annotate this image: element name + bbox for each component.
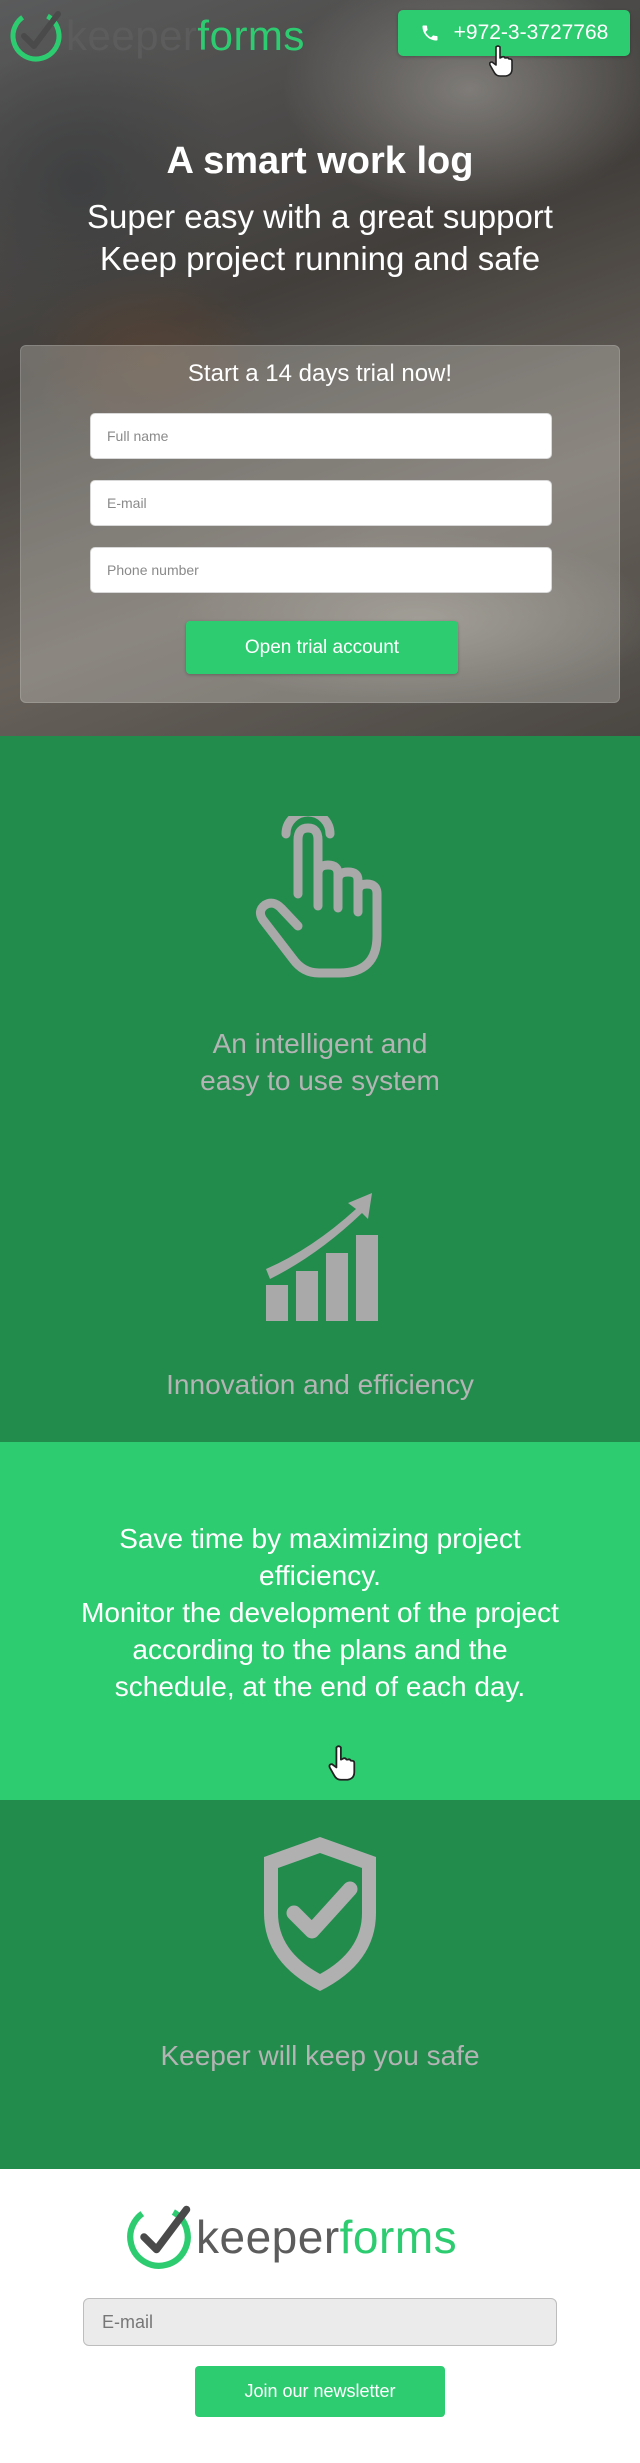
logo-wordmark: keeperforms [196, 2214, 457, 2260]
efficiency-line: according to the plans and the [132, 1634, 508, 1665]
footer-brand-logo[interactable]: keeperforms [124, 2202, 457, 2272]
features-section: An intelligent and easy to use system In… [0, 736, 640, 1442]
logo-wordmark-keeper: keeper [196, 2211, 340, 2263]
efficiency-line: schedule, at the end of each day. [114, 1671, 526, 1702]
hero-section: keeperforms +972-3-3727768 A smart work … [0, 0, 640, 736]
logo-check-icon [10, 10, 62, 62]
email-input[interactable] [90, 480, 552, 526]
logo-wordmark: keeperforms [66, 15, 305, 57]
shield-check-icon [264, 1837, 376, 1991]
feature-text-line-1: An intelligent and [212, 1028, 428, 1059]
trial-signup-form: Start a 14 days trial now! Open trial ac… [20, 345, 620, 703]
efficiency-line: Monitor the development of the project [81, 1597, 559, 1628]
logo-wordmark-forms: forms [339, 2211, 458, 2263]
hero-subtitle-line-2: Keep project running and safe [99, 240, 541, 277]
logo-wordmark-forms: forms [197, 12, 305, 59]
efficiency-band: Save time by maximizing project efficien… [0, 1442, 640, 1800]
brand-logo[interactable]: keeperforms [8, 8, 305, 64]
hand-cursor-icon [328, 1745, 356, 1781]
safety-section: Keeper will keep you safe [0, 1800, 640, 2169]
efficiency-description: Save time by maximizing project efficien… [40, 1520, 600, 1705]
join-newsletter-button[interactable]: Join our newsletter [195, 2366, 445, 2417]
logo-wordmark-keeper: keeper [66, 12, 198, 59]
newsletter-footer: keeperforms Join our newsletter [0, 2169, 640, 2463]
pointing-hand-icon [255, 816, 382, 978]
feature-text-line-2: easy to use system [200, 1065, 440, 1096]
efficiency-line: Save time by maximizing project [119, 1523, 521, 1554]
phone-number: +972-3-3727768 [453, 21, 609, 44]
hero-subtitle-line-1: Super easy with a great support [87, 198, 553, 235]
open-trial-account-button[interactable]: Open trial account [186, 621, 458, 674]
safety-text: Keeper will keep you safe [160, 2040, 480, 2071]
hero-title: A smart work log [166, 140, 474, 182]
full-name-input[interactable] [90, 413, 552, 459]
hand-cursor-icon [488, 45, 513, 77]
logo-check-icon [127, 2205, 191, 2269]
trial-form-title: Start a 14 days trial now! [187, 360, 453, 387]
efficiency-line: efficiency. [259, 1560, 381, 1591]
newsletter-email-input[interactable] [83, 2298, 557, 2346]
growth-chart-icon [266, 1193, 378, 1321]
feature-text-innovation: Innovation and efficiency [166, 1369, 474, 1400]
phone-number-input[interactable] [90, 547, 552, 593]
phone-icon [422, 25, 438, 41]
